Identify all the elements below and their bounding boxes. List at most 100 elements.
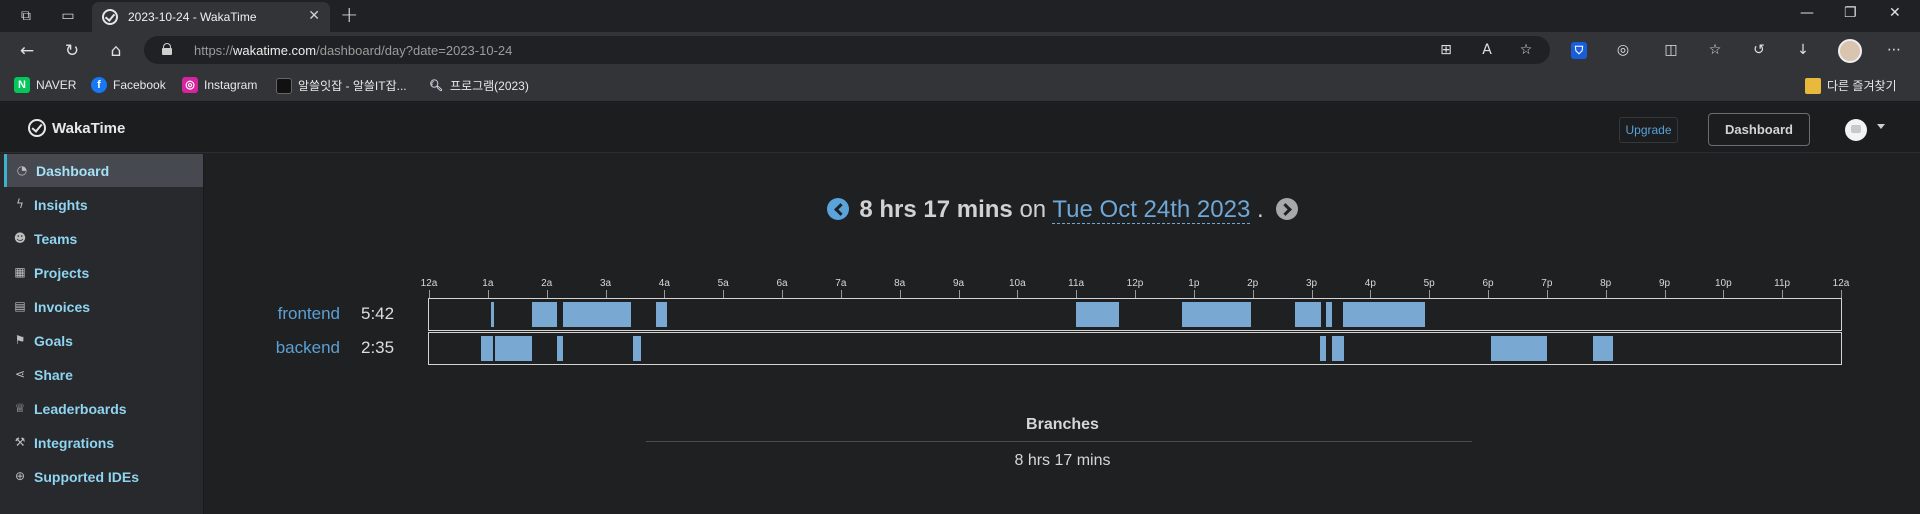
x-tick-label: 11p [1774,278,1791,289]
bookmark-naver[interactable]: N NAVER [14,77,76,95]
activity-bar[interactable] [531,302,557,327]
back-icon[interactable]: ← [16,40,38,62]
bookmark-site[interactable]: 알쓸잇잡 - 알쓸IT잡... [276,77,407,95]
minimize-icon[interactable]: — [1800,5,1814,21]
x-tick-label: 7p [1541,278,1553,289]
sidebar-item-projects[interactable]: ▦ Projects [5,256,204,289]
sidebar-item-supported-ides[interactable]: ⊕ Supported IDEs [5,460,204,493]
project-link-backend[interactable]: backend [205,338,340,358]
x-tick-mark [1429,290,1431,298]
browser-tab[interactable]: 2023-10-24 - WakaTime ✕ [92,2,330,32]
app-header: WakaTime Upgrade Dashboard [0,103,1920,153]
activity-bar[interactable] [556,336,563,361]
x-tick-label: 11a [1068,278,1085,289]
x-tick-mark [1135,290,1136,298]
activity-bar[interactable] [1342,302,1426,327]
x-tick-mark [782,290,783,298]
user-avatar[interactable] [1845,119,1867,141]
activity-bar[interactable] [1326,302,1333,327]
project-total-backend: 2:35 [361,338,395,357]
wakatime-logo-icon[interactable] [28,119,46,137]
x-tick-mark [1193,290,1195,298]
browser-nav-bar: ← ↻ ⌂ https://wakatime.com/dashboard/day… [0,32,1920,68]
app-available-icon[interactable]: ⊞ [1436,40,1456,60]
bolt-icon: ϟ [16,197,24,211]
chevron-down-icon[interactable] [1877,124,1885,129]
new-tab-icon[interactable]: + [340,3,358,28]
x-tick-label: 7a [835,278,847,289]
activity-bar[interactable] [655,302,668,327]
bookmarks-bar: N NAVER f Facebook ◎ Instagram 알쓸잇잡 - 알쓸IT잡… [0,68,1920,102]
activity-bar[interactable] [1332,336,1344,361]
x-tick-mark [1017,290,1019,298]
sidebar-item-leaderboards[interactable]: ♕ Leaderboards [5,392,204,425]
sidebar: ◔ Dashboard ϟ Insights ☻ Teams ▦ Projects ▤ I… [0,154,204,514]
bookmark-facebook[interactable]: f Facebook [91,77,166,95]
history-icon[interactable]: ↺ [1749,40,1769,60]
browser-profile-avatar[interactable] [1838,39,1862,63]
restore-icon[interactable]: ❐ [1844,5,1857,21]
other-bookmarks[interactable]: 다른 즐겨찾기 [1805,77,1897,95]
dashboard-button[interactable]: Dashboard [1708,113,1810,146]
close-tab-icon[interactable]: ✕ [308,8,320,24]
upgrade-button[interactable]: Upgrade [1619,117,1678,143]
sidebar-item-invoices[interactable]: ▤ Invoices [5,290,204,323]
x-tick-mark [546,290,548,298]
branches-title: Branches [1026,416,1099,433]
favorites-icon[interactable]: ☆ [1705,40,1725,60]
sidebar-item-goals[interactable]: ⚑ Goals [5,324,204,357]
x-tick-label: 12a [1832,278,1850,289]
activity-bar[interactable] [1182,302,1251,327]
sidebar-item-insights[interactable]: ϟ Insights [5,188,204,221]
workspaces-icon[interactable]: ⧉ [16,6,36,26]
browser-tab-bar: ⧉ ▭ 2023-10-24 - WakaTime ✕ + — ❐ ✕ [0,0,1920,32]
activity-bar[interactable] [490,302,494,327]
tab-actions-icon[interactable]: ▭ [58,6,78,26]
refresh-icon[interactable]: ↻ [61,40,83,62]
project-total-frontend: 5:42 [361,304,395,323]
url-text[interactable]: https://wakatime.com/dashboard/day?date=… [194,43,512,58]
bookmark-program[interactable]: 🔍︎ 프로그램(2023) [428,77,529,95]
activity-bar[interactable] [563,302,631,327]
share-icon: ⋖ [14,367,26,381]
x-tick-mark [1723,290,1725,298]
project-link-frontend[interactable]: frontend [205,304,340,324]
favorite-star-icon[interactable]: ☆ [1516,40,1536,60]
wakatime-favicon-icon [102,9,118,25]
read-aloud-icon[interactable]: A [1477,40,1497,60]
activity-bar[interactable] [1295,302,1322,327]
x-tick-mark [1370,290,1372,298]
x-tick-mark [605,290,607,298]
activity-bar[interactable] [480,336,493,361]
activity-bar[interactable] [1076,302,1120,327]
document-icon: ▤ [14,299,26,313]
activity-bar[interactable] [1320,336,1327,361]
app-name[interactable]: WakaTime [52,120,125,137]
x-tick-label: 6a [776,278,788,289]
x-tick-label: 4p [1364,278,1376,289]
sidebar-item-teams[interactable]: ☻ Teams [5,222,204,255]
downloads-icon[interactable]: ↓ [1793,40,1813,60]
sidebar-item-share[interactable]: ⋖ Share [5,358,204,391]
sidebar-item-dashboard[interactable]: ◔ Dashboard [4,154,203,187]
address-bar[interactable]: https://wakatime.com/dashboard/day?date=… [144,36,1550,64]
activity-bar[interactable] [1592,336,1613,361]
home-icon[interactable]: ⌂ [105,40,127,62]
more-menu-icon[interactable]: ⋯ [1884,40,1904,60]
x-tick-mark [899,290,901,298]
split-screen-icon[interactable]: ◫ [1661,40,1681,60]
x-tick-mark [1605,290,1607,298]
x-tick-mark [487,290,489,298]
extension-icon[interactable]: ◎ [1613,40,1633,60]
x-tick-mark [1664,290,1666,298]
activity-bar[interactable] [494,336,532,361]
close-window-icon[interactable]: ✕ [1889,5,1901,21]
bookmark-instagram[interactable]: ◎ Instagram [182,77,257,95]
bitwarden-icon[interactable]: ⛉ [1571,42,1587,59]
grid-icon: ▦ [14,265,26,279]
x-tick-mark [1782,290,1784,298]
x-tick-mark [429,290,430,298]
activity-bar[interactable] [1490,336,1547,361]
activity-bar[interactable] [633,336,641,361]
sidebar-item-integrations[interactable]: ⚒ Integrations [5,426,204,459]
